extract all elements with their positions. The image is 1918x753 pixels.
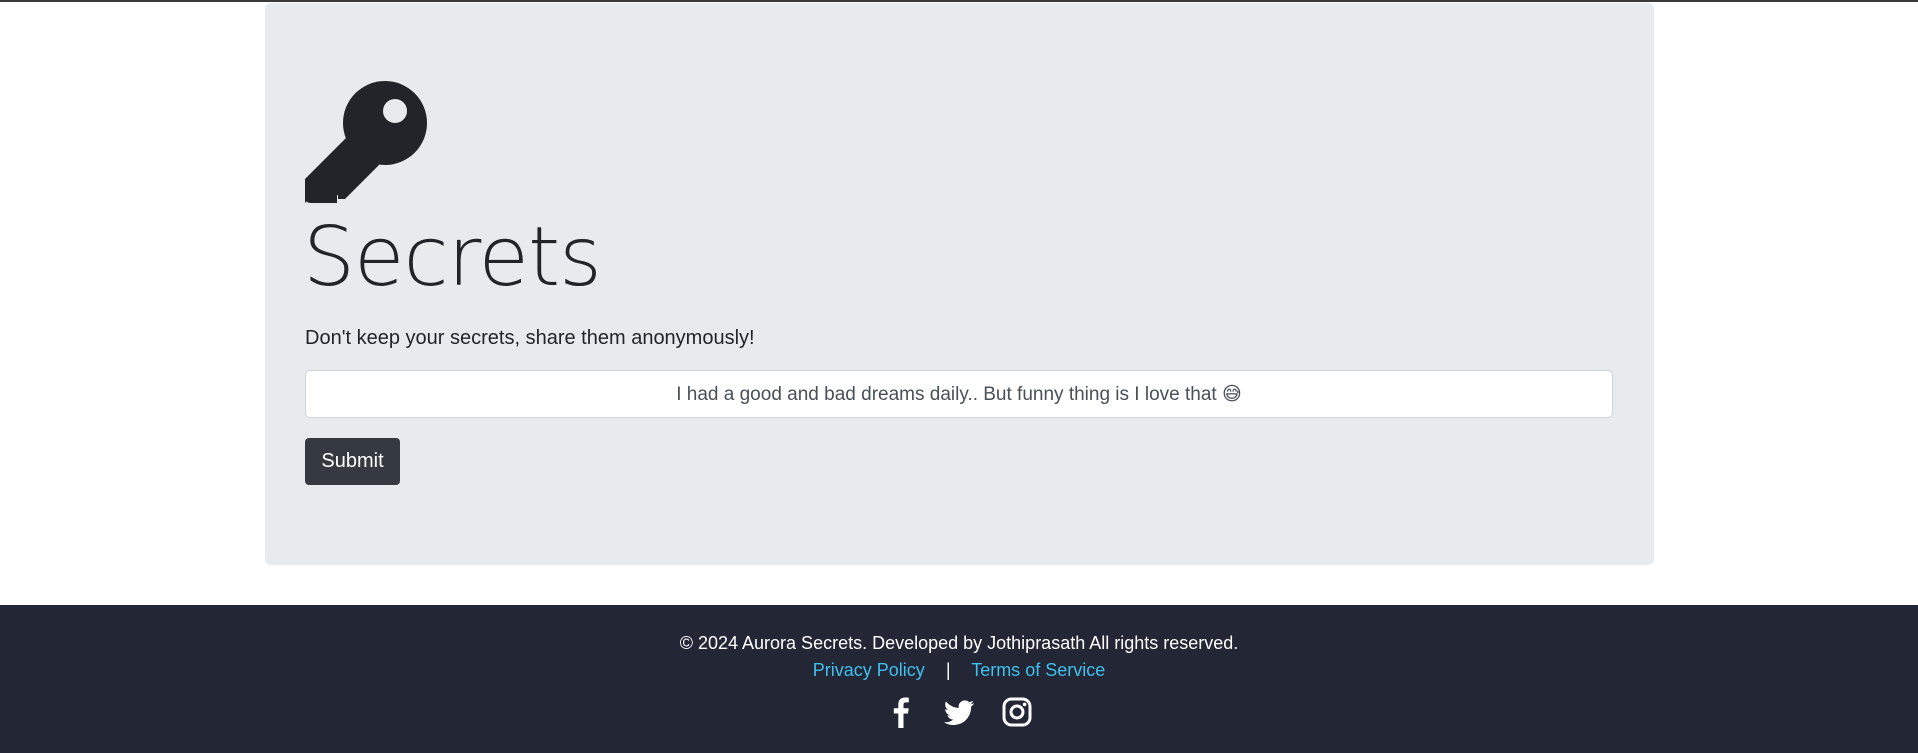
facebook-icon[interactable] [884, 695, 918, 729]
page-subtitle: Don't keep your secrets, share them anon… [305, 327, 755, 349]
privacy-policy-link[interactable]: Privacy Policy [813, 660, 925, 680]
footer: © 2024 Aurora Secrets. Developed by Joth… [0, 605, 1918, 753]
key-icon [305, 81, 427, 203]
instagram-icon[interactable] [1000, 695, 1034, 729]
terms-of-service-link[interactable]: Terms of Service [971, 660, 1105, 680]
footer-links: Privacy Policy | Terms of Service [0, 658, 1918, 682]
twitter-icon[interactable] [942, 695, 976, 729]
hero-panel: Secrets Don't keep your secrets, share t… [265, 3, 1654, 565]
top-rule [0, 0, 1918, 2]
social-links [0, 695, 1918, 729]
secret-input[interactable] [305, 370, 1613, 418]
submit-button[interactable]: Submit [305, 438, 400, 485]
copyright-text: © 2024 Aurora Secrets. Developed by Joth… [679, 633, 1239, 653]
link-separator: | [945, 660, 951, 680]
page-title: Secrets [303, 210, 602, 305]
